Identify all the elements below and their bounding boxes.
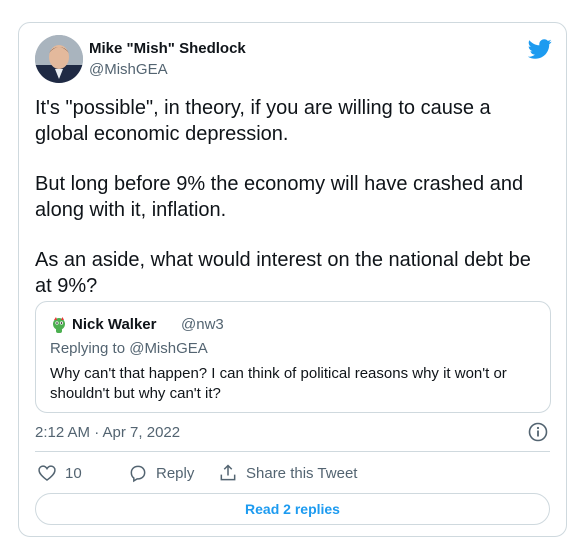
author-avatar[interactable] <box>35 35 83 83</box>
tweet-paragraph: As an aside, what would interest on the … <box>35 249 531 297</box>
info-icon[interactable] <box>528 422 548 442</box>
tweet-timestamp[interactable]: 2:12 AM · Apr 7, 2022 <box>35 424 180 441</box>
author-name[interactable]: Mike "Mish" Shedlock <box>89 40 246 57</box>
quoted-tweet[interactable]: Nick Walker @nw3 Replying to @MishGEA Wh… <box>35 301 551 413</box>
quoted-author-avatar[interactable] <box>50 316 68 334</box>
quoted-text: Why can't that happen? I can think of po… <box>50 365 507 402</box>
divider <box>35 451 550 452</box>
author-handle[interactable]: @MishGEA <box>89 61 168 78</box>
like-count: 10 <box>65 464 82 482</box>
share-button[interactable]: Share this Tweet <box>218 463 357 483</box>
heart-icon <box>38 465 56 482</box>
read-replies-button[interactable]: Read 2 replies <box>35 493 550 525</box>
tweet-body: It's "possible", in theory, if you are w… <box>35 95 545 323</box>
reply-icon <box>130 465 146 483</box>
reply-button[interactable]: Reply <box>128 463 194 483</box>
share-icon <box>220 464 236 481</box>
quoted-author-handle[interactable]: @nw3 <box>181 316 224 333</box>
tweet-paragraph: But long before 9% the economy will have… <box>35 173 524 221</box>
share-label: Share this Tweet <box>246 464 358 482</box>
like-button[interactable]: 10 <box>37 463 82 483</box>
reply-label: Reply <box>156 464 195 482</box>
twitter-bird-icon[interactable] <box>527 37 552 61</box>
tweet-card: Mike "Mish" Shedlock @MishGEA It's "poss… <box>18 22 567 537</box>
quoted-author-name[interactable]: Nick Walker <box>72 316 157 333</box>
tweet-paragraph: It's "possible", in theory, if you are w… <box>35 97 491 145</box>
replying-to: Replying to @MishGEA <box>50 340 208 357</box>
